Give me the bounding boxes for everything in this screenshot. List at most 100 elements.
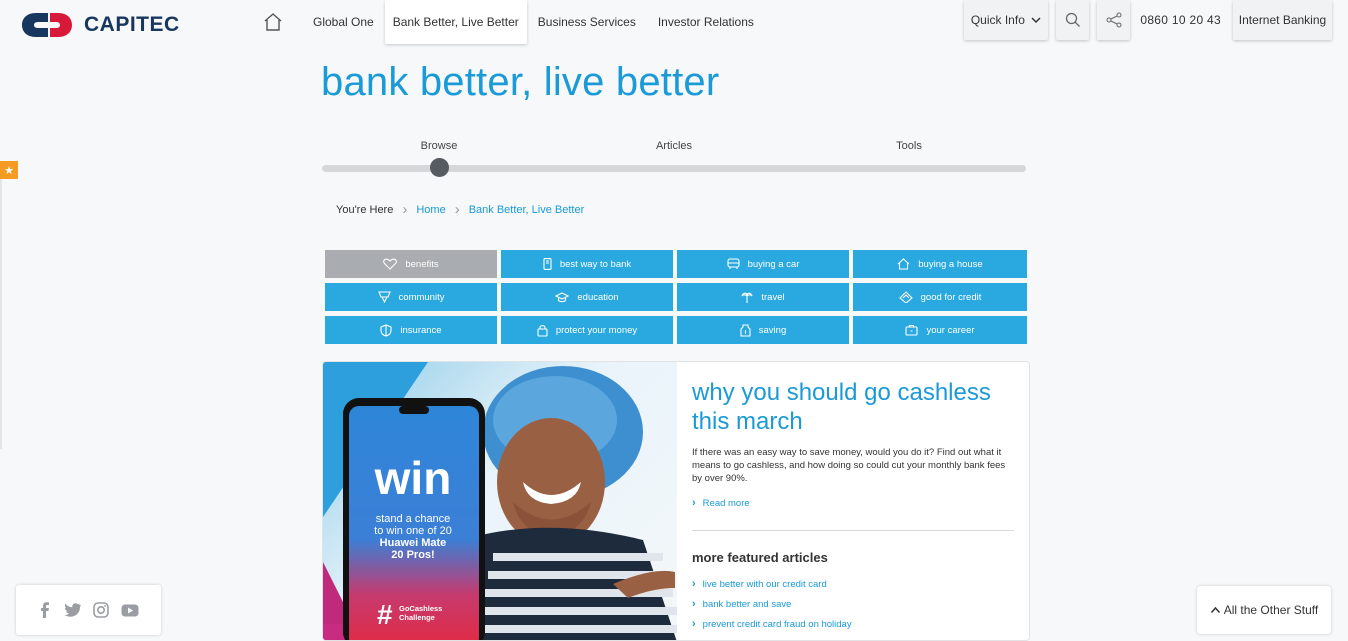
palm-tree-icon bbox=[741, 292, 753, 303]
category-education[interactable]: education bbox=[501, 283, 673, 311]
step-handle[interactable] bbox=[430, 158, 449, 177]
category-label: travel bbox=[761, 291, 785, 303]
chevron-right-icon: › bbox=[454, 201, 460, 218]
chevron-down-icon bbox=[1031, 17, 1041, 24]
cashless-promo-illustration: win stand a chance to win one of 20 Huaw… bbox=[323, 362, 677, 640]
promo-line-2: to win one of 20 bbox=[374, 525, 452, 537]
all-other-stuff-label: All the Other Stuff bbox=[1223, 603, 1319, 617]
star-icon[interactable]: ★ bbox=[0, 161, 18, 179]
nav-item-bank-better[interactable]: Bank Better, Live Better bbox=[384, 0, 527, 44]
step-tools[interactable]: Tools bbox=[896, 140, 922, 152]
category-label: your career bbox=[926, 324, 975, 336]
chevron-up-icon bbox=[1210, 606, 1220, 613]
chevron-right-icon: › bbox=[692, 598, 696, 610]
category-label: protect your money bbox=[555, 324, 638, 336]
more-article-label: bank better and save bbox=[702, 598, 792, 610]
jar-icon bbox=[740, 323, 751, 337]
chevron-right-icon: › bbox=[402, 201, 408, 218]
brand-name: CAPITEC bbox=[84, 13, 180, 36]
category-label: education bbox=[577, 291, 619, 303]
promo-line-3: Huawei Mate bbox=[380, 537, 447, 549]
section-stepper: Browse Articles Tools bbox=[322, 140, 1026, 180]
page-title: bank better, live better bbox=[321, 60, 720, 104]
more-article-label: prevent credit card fraud on holiday bbox=[702, 618, 852, 630]
nav-item-global-one[interactable]: Global One bbox=[302, 0, 385, 44]
more-article-link[interactable]: › prevent credit card fraud on holiday bbox=[692, 614, 1014, 634]
category-protect-your-money[interactable]: protect your money bbox=[501, 316, 673, 344]
share-icon bbox=[1106, 12, 1122, 28]
category-saving[interactable]: saving bbox=[677, 316, 849, 344]
category-travel[interactable]: travel bbox=[677, 283, 849, 311]
credit-card-icon bbox=[898, 291, 913, 303]
category-label: buying a car bbox=[747, 258, 800, 270]
breadcrumb-home[interactable]: Home bbox=[416, 204, 445, 216]
category-good-for-credit[interactable]: good for credit bbox=[853, 283, 1027, 311]
internet-banking-button[interactable]: Internet Banking bbox=[1233, 0, 1332, 40]
car-icon bbox=[727, 258, 740, 269]
community-icon bbox=[377, 291, 391, 303]
category-best-way-to-bank[interactable]: best way to bank bbox=[501, 250, 673, 278]
promo-line-4: 20 Pros! bbox=[391, 549, 434, 561]
featured-article-title[interactable]: why you should go cashless this march bbox=[692, 378, 1014, 436]
category-grid: benefits best way to bank buying a car b… bbox=[325, 250, 1027, 344]
nav-item-investor-relations[interactable]: Investor Relations bbox=[647, 0, 765, 44]
chevron-right-icon: › bbox=[692, 578, 696, 590]
category-label: insurance bbox=[400, 324, 442, 336]
phone-icon bbox=[543, 258, 552, 270]
breadcrumb-current[interactable]: Bank Better, Live Better bbox=[469, 204, 585, 216]
category-benefits[interactable]: benefits bbox=[325, 250, 497, 278]
promo-hashtag-symbol: # bbox=[377, 599, 393, 630]
all-other-stuff-tab[interactable]: All the Other Stuff bbox=[1197, 586, 1331, 634]
featured-article-image[interactable]: win stand a chance to win one of 20 Huaw… bbox=[323, 362, 677, 640]
main-nav: Global One Bank Better, Live Better Busi… bbox=[262, 0, 765, 44]
facebook-icon[interactable] bbox=[38, 602, 52, 618]
quick-info-label: Quick Info bbox=[970, 13, 1025, 27]
category-label: good for credit bbox=[920, 291, 982, 303]
heart-handshake-icon bbox=[383, 258, 398, 270]
graduation-cap-icon bbox=[555, 291, 570, 302]
shield-icon bbox=[380, 323, 392, 337]
featured-article-card: win stand a chance to win one of 20 Huaw… bbox=[322, 361, 1030, 641]
capitec-logo-mark bbox=[22, 13, 72, 37]
category-your-career[interactable]: your career bbox=[853, 316, 1027, 344]
read-more-label: Read more bbox=[702, 497, 750, 509]
step-browse[interactable]: Browse bbox=[421, 140, 458, 152]
twitter-icon[interactable] bbox=[64, 603, 81, 617]
share-button[interactable] bbox=[1097, 0, 1131, 40]
category-label: saving bbox=[758, 324, 787, 336]
quick-info-button[interactable]: Quick Info bbox=[964, 0, 1049, 40]
youtube-icon[interactable] bbox=[121, 604, 139, 617]
promo-hashtag-line-2: Challenge bbox=[399, 613, 435, 622]
more-article-link[interactable]: › live better with our credit card bbox=[692, 574, 1014, 594]
more-article-link[interactable]: › bank better and save bbox=[692, 594, 1014, 614]
search-icon bbox=[1065, 12, 1080, 27]
step-track[interactable] bbox=[322, 165, 1026, 172]
phone-number[interactable]: 0860 10 20 43 bbox=[1140, 13, 1221, 27]
read-more-link[interactable]: › Read more bbox=[692, 497, 1014, 509]
chevron-right-icon: › bbox=[692, 618, 696, 630]
capitec-logo[interactable]: CAPITEC bbox=[22, 11, 180, 39]
promo-hashtag-line-1: GoCashless bbox=[399, 604, 442, 613]
category-label: community bbox=[398, 291, 445, 303]
category-community[interactable]: community bbox=[325, 283, 497, 311]
category-buying-a-car[interactable]: buying a car bbox=[677, 250, 849, 278]
side-panel-edge bbox=[0, 179, 2, 449]
category-label: benefits bbox=[405, 258, 439, 270]
more-articles-title: more featured articles bbox=[692, 550, 828, 565]
category-buying-a-house[interactable]: buying a house bbox=[853, 250, 1027, 278]
category-insurance[interactable]: insurance bbox=[325, 316, 497, 344]
breadcrumb: You're Here › Home › Bank Better, Live B… bbox=[336, 201, 584, 218]
breadcrumb-prefix: You're Here bbox=[336, 203, 394, 216]
top-bar: CAPITEC Global One Bank Better, Live Bet… bbox=[0, 0, 1348, 48]
social-links bbox=[16, 585, 161, 635]
more-articles-list: › live better with our credit card › bank … bbox=[692, 574, 1014, 634]
promo-line-1: stand a chance bbox=[376, 513, 451, 525]
lock-icon bbox=[537, 324, 548, 337]
promo-headline: win bbox=[374, 452, 452, 504]
nav-item-business-services[interactable]: Business Services bbox=[527, 0, 647, 44]
search-button[interactable] bbox=[1056, 0, 1090, 40]
instagram-icon[interactable] bbox=[93, 602, 109, 618]
featured-article-body: If there was an easy way to save money, … bbox=[692, 447, 1006, 484]
step-articles[interactable]: Articles bbox=[656, 140, 692, 152]
home-icon[interactable] bbox=[262, 11, 284, 33]
